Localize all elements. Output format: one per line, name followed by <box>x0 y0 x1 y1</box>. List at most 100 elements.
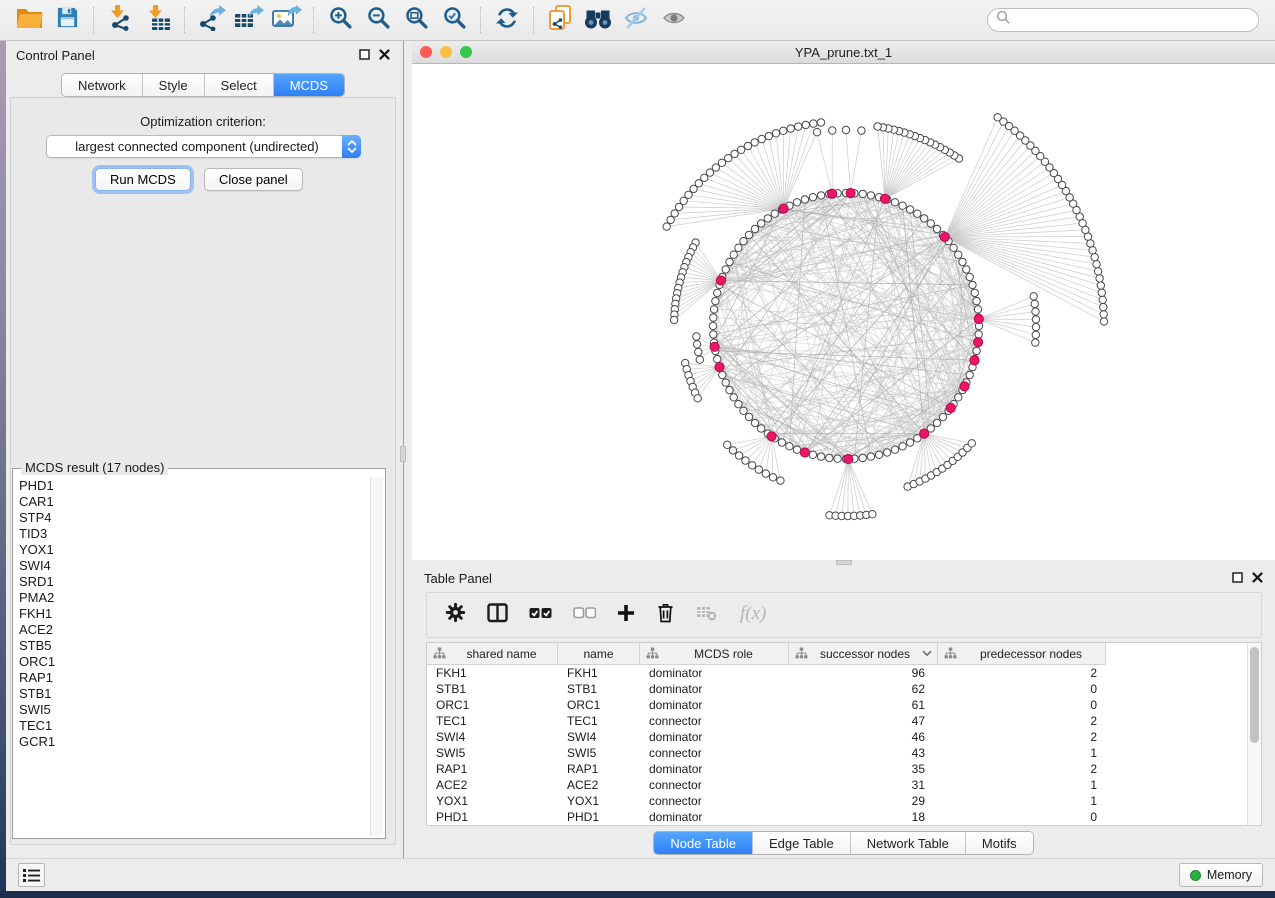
table-row[interactable]: SWI5SWI5connector431 <box>427 745 1247 761</box>
tab-edge-table[interactable]: Edge Table <box>752 832 850 854</box>
mcds-result-item[interactable]: ACE2 <box>15 622 368 638</box>
control-panel-tab-bar: NetworkStyleSelectMCDS <box>61 73 345 97</box>
run-mcds-button[interactable]: Run MCDS <box>95 168 191 191</box>
table-row[interactable]: TEC1TEC1connector472 <box>427 713 1247 729</box>
delete-column-button[interactable] <box>656 602 675 628</box>
tab-node-table[interactable]: Node Table <box>654 832 752 854</box>
table-row[interactable]: YOX1YOX1connector291 <box>427 793 1247 809</box>
column-visibility-button[interactable] <box>487 603 508 628</box>
add-column-button[interactable] <box>617 604 635 627</box>
first-neighbors-button[interactable] <box>579 3 617 37</box>
float-panel-icon[interactable] <box>359 48 370 63</box>
mcds-result-item[interactable]: STB1 <box>15 686 368 702</box>
column-header-predecessor-nodes[interactable]: predecessor nodes <box>938 643 1106 665</box>
table-row[interactable]: ACE2ACE2connector311 <box>427 777 1247 793</box>
export-table-button[interactable] <box>230 3 268 37</box>
deselect-all-rows-button[interactable] <box>573 605 596 626</box>
mcds-result-item[interactable]: CAR1 <box>15 494 368 510</box>
mcds-result-title: MCDS result (17 nodes) <box>21 460 168 475</box>
tab-style[interactable]: Style <box>142 74 204 96</box>
save-session-button[interactable] <box>48 3 86 37</box>
scrollbar-thumb[interactable] <box>1250 647 1259 743</box>
mcds-result-item[interactable]: YOX1 <box>15 542 368 558</box>
cell-name: PHD1 <box>558 809 640 825</box>
column-header-MCDS-role[interactable]: MCDS role <box>640 643 789 665</box>
memory-label: Memory <box>1207 868 1252 882</box>
zoom-out-button[interactable] <box>359 3 397 37</box>
search-input[interactable] <box>1011 13 1258 28</box>
mcds-result-item[interactable]: SWI5 <box>15 702 368 718</box>
select-all-rows-button[interactable] <box>529 605 552 626</box>
zoom-in-icon <box>329 6 352 34</box>
toolbar-separator <box>184 7 185 33</box>
tab-network-table[interactable]: Network Table <box>850 832 965 854</box>
mcds-result-list: PHD1CAR1STP4TID3YOX1SWI4SRD1PMA2FKH1ACE2… <box>15 478 368 836</box>
show-hide-button[interactable] <box>617 3 655 37</box>
table-row[interactable]: FKH1FKH1dominator962 <box>427 665 1247 681</box>
import-network-button[interactable] <box>101 3 139 37</box>
column-header-name[interactable]: name <box>558 643 640 665</box>
mcds-result-item[interactable]: ORC1 <box>15 654 368 670</box>
zoom-fit-button[interactable] <box>397 3 435 37</box>
mcds-result-item[interactable]: TEC1 <box>15 718 368 734</box>
table-settings-button[interactable] <box>445 602 466 628</box>
mcds-result-item[interactable]: STB5 <box>15 638 368 654</box>
close-panel-icon[interactable] <box>379 48 390 63</box>
mcds-result-item[interactable]: GCR1 <box>15 734 368 750</box>
column-header-shared-name[interactable]: shared name <box>427 643 558 665</box>
tab-mcds[interactable]: MCDS <box>273 74 344 96</box>
memory-button[interactable]: Memory <box>1179 863 1263 887</box>
mcds-result-item[interactable]: FKH1 <box>15 606 368 622</box>
cell-name: SWI5 <box>558 745 640 761</box>
refresh-layout-button[interactable] <box>488 3 526 37</box>
mcds-result-item[interactable]: STP4 <box>15 510 368 526</box>
network-view-canvas[interactable] <box>412 64 1275 560</box>
mcds-result-item[interactable]: SWI4 <box>15 558 368 574</box>
function-builder-button: f(x) <box>738 602 770 629</box>
tab-network[interactable]: Network <box>62 74 142 96</box>
mcds-result-item[interactable]: SRD1 <box>15 574 368 590</box>
close-panel-button[interactable]: Close panel <box>204 168 303 191</box>
cell-successor-nodes: 18 <box>789 809 938 825</box>
mcds-result-item[interactable]: RAP1 <box>15 670 368 686</box>
network-graph[interactable] <box>412 64 1275 560</box>
column-header-successor-nodes[interactable]: successor nodes <box>789 643 938 665</box>
cell-successor-nodes: 46 <box>789 729 938 745</box>
network-window-titlebar[interactable]: YPA_prune.txt_1 <box>412 41 1275 64</box>
cell-MCDS-role: dominator <box>640 761 789 777</box>
optimization-criterion-select[interactable]: largest connected component (undirected) <box>46 135 361 158</box>
table-row[interactable]: RAP1RAP1dominator352 <box>427 761 1247 777</box>
mcds-result-item[interactable]: TID3 <box>15 526 368 542</box>
open-file-button[interactable] <box>10 3 48 37</box>
zoom-selected-button[interactable] <box>435 3 473 37</box>
close-panel-icon[interactable] <box>1252 571 1263 586</box>
task-history-button[interactable] <box>18 863 45 887</box>
network-search-box[interactable] <box>987 8 1259 32</box>
export-image-button[interactable] <box>268 3 306 37</box>
table-row[interactable]: PHD1PHD1dominator180 <box>427 809 1247 825</box>
network-window-title: YPA_prune.txt_1 <box>412 45 1275 60</box>
import-table-button[interactable] <box>139 3 177 37</box>
table-scrollbar[interactable] <box>1247 643 1261 825</box>
cell-name: SWI4 <box>558 729 640 745</box>
cell-successor-nodes: 96 <box>789 665 938 681</box>
float-panel-icon[interactable] <box>1232 571 1243 586</box>
mcds-result-item[interactable]: PMA2 <box>15 590 368 606</box>
mcds-tab-content: Optimization criterion: largest connecte… <box>10 97 396 845</box>
cell-shared-name: ORC1 <box>427 697 558 713</box>
export-network-button[interactable] <box>192 3 230 37</box>
tab-select[interactable]: Select <box>204 74 273 96</box>
hide-selected-button[interactable] <box>655 3 693 37</box>
sort-desc-icon <box>922 650 932 657</box>
table-row[interactable]: STB1STB1dominator620 <box>427 681 1247 697</box>
mcds-result-item[interactable]: PHD1 <box>15 478 368 494</box>
cell-name: FKH1 <box>558 665 640 681</box>
table-row[interactable]: ORC1ORC1dominator610 <box>427 697 1247 713</box>
mcds-result-group: MCDS result (17 nodes) PHD1CAR1STP4TID3Y… <box>12 468 386 839</box>
result-scrollbar[interactable] <box>370 477 383 836</box>
toolbar-separator <box>313 7 314 33</box>
zoom-in-button[interactable] <box>321 3 359 37</box>
tab-motifs[interactable]: Motifs <box>965 832 1033 854</box>
clone-network-button[interactable] <box>541 3 579 37</box>
table-row[interactable]: SWI4SWI4dominator462 <box>427 729 1247 745</box>
